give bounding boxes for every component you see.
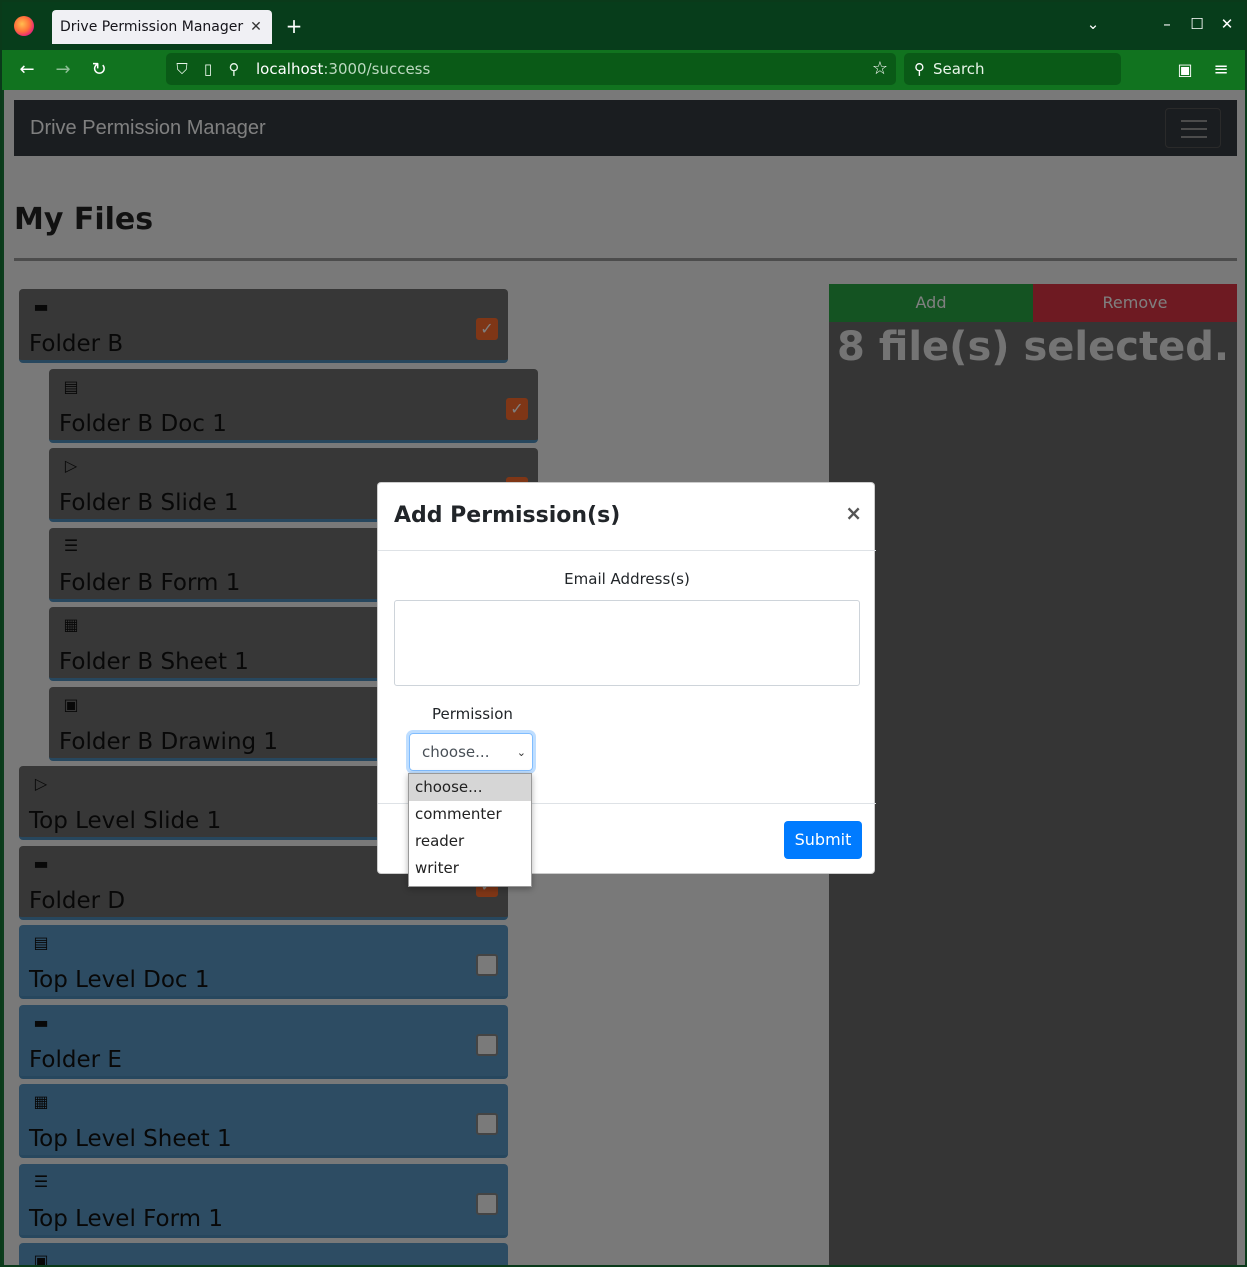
menu-icon[interactable]: ≡ (1210, 59, 1232, 81)
list-all-tabs-icon[interactable]: ⌄ (1084, 15, 1102, 33)
chevron-down-icon: ⌄ (516, 745, 526, 759)
modal-header: Add Permission(s) × (378, 483, 876, 551)
search-bar[interactable]: ⚲ Search (904, 53, 1121, 85)
email-textarea[interactable] (394, 600, 860, 686)
maximize-icon[interactable]: ☐ (1188, 15, 1206, 33)
email-label: Email Address(s) (564, 570, 690, 588)
permission-option[interactable]: writer (409, 855, 531, 882)
new-tab-icon[interactable]: + (284, 14, 304, 38)
permission-option[interactable]: reader (409, 828, 531, 855)
url-bar[interactable]: ⛉ ▯ ⚲ localhost:3000/success ☆ (166, 53, 896, 85)
page-content: Drive Permission Manager My Files ▬Folde… (4, 90, 1245, 1265)
title-bar: Drive Permission Manager ✕ + ⌄ – ☐ ✕ (2, 2, 1245, 50)
search-placeholder: Search (933, 60, 985, 78)
submit-button[interactable]: Submit (784, 821, 862, 859)
permission-select[interactable]: choose... ⌄ (409, 733, 533, 771)
search-icon: ⚲ (914, 60, 925, 78)
page-info-icon[interactable]: ▯ (198, 60, 218, 78)
tab-close-icon[interactable]: ✕ (248, 19, 264, 35)
permission-selected-value: choose... (422, 743, 490, 761)
url-path: :3000/success (323, 60, 431, 78)
forward-icon[interactable]: → (52, 59, 74, 81)
permissions-icon[interactable]: ⚲ (224, 60, 244, 78)
browser-tab[interactable]: Drive Permission Manager ✕ (52, 10, 272, 44)
modal-title: Add Permission(s) (394, 503, 621, 528)
permission-option[interactable]: choose... (409, 774, 531, 801)
url-host: localhost (256, 60, 324, 78)
permission-dropdown: choose... commenter reader writer (408, 773, 532, 887)
reload-icon[interactable]: ↻ (88, 59, 110, 81)
permission-label: Permission (432, 705, 513, 723)
browser-toolbar: ← → ↻ ⛉ ▯ ⚲ localhost:3000/success ☆ ⚲ S… (2, 50, 1245, 90)
tab-title: Drive Permission Manager (60, 19, 244, 35)
back-icon[interactable]: ← (16, 59, 38, 81)
sidebar-toggle-icon[interactable]: ▣ (1174, 59, 1196, 81)
permission-option[interactable]: commenter (409, 801, 531, 828)
browser-window: Drive Permission Manager ✕ + ⌄ – ☐ ✕ ← →… (0, 0, 1247, 1267)
minimize-icon[interactable]: – (1158, 15, 1176, 33)
bookmark-star-icon[interactable]: ☆ (872, 58, 888, 79)
close-icon[interactable]: × (845, 501, 862, 525)
tracking-protection-icon[interactable]: ⛉ (172, 60, 192, 78)
close-window-icon[interactable]: ✕ (1218, 15, 1236, 33)
firefox-logo-icon (14, 16, 34, 36)
